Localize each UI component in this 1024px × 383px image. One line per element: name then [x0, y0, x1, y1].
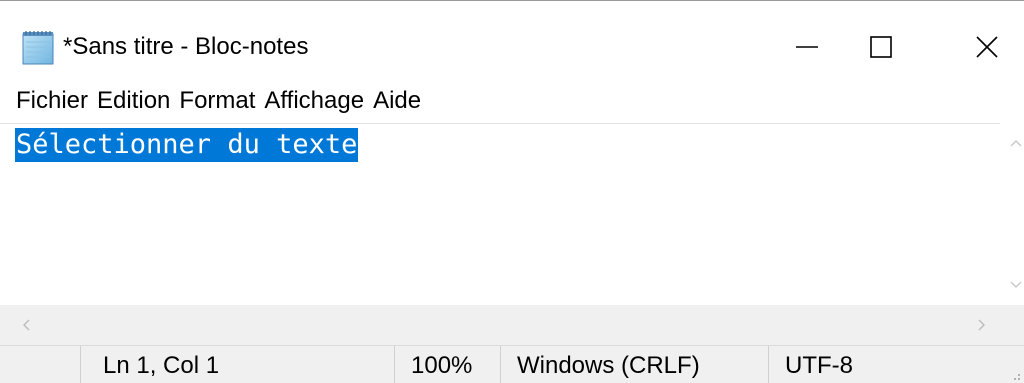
maximize-icon: [870, 36, 892, 58]
notepad-icon: [22, 31, 54, 65]
maximize-button[interactable]: [846, 21, 916, 73]
menu-fichier[interactable]: Fichier: [16, 79, 88, 123]
menu-bar: Fichier Edition Format Affichage Aide: [0, 79, 1024, 123]
cursor-position: Ln 1, Col 1: [80, 346, 394, 383]
scroll-up-icon[interactable]: [1008, 135, 1024, 151]
scroll-left-icon[interactable]: [18, 317, 34, 333]
horizontal-scrollbar[interactable]: [0, 305, 1024, 345]
zoom-level: 100%: [394, 346, 500, 383]
scroll-down-icon[interactable]: [1008, 277, 1024, 293]
minimize-icon: [796, 46, 818, 48]
vertical-scrollbar[interactable]: [1000, 123, 1024, 305]
status-bar: Ln 1, Col 1 100% Windows (CRLF) UTF-8: [0, 345, 1024, 383]
resize-grip-icon[interactable]: [1008, 368, 1022, 382]
title-bar[interactable]: *Sans titre - Bloc-notes: [0, 1, 1024, 79]
text-editor[interactable]: Sélectionner du texte: [0, 123, 1000, 305]
encoding: UTF-8: [768, 346, 1024, 383]
close-icon: [976, 36, 998, 58]
menu-aide[interactable]: Aide: [373, 79, 421, 123]
scroll-right-icon[interactable]: [974, 317, 990, 333]
menu-affichage[interactable]: Affichage: [264, 79, 364, 123]
notepad-window: *Sans titre - Bloc-notes Fichier Edition…: [0, 0, 1024, 383]
line-ending: Windows (CRLF): [500, 346, 768, 383]
menu-format[interactable]: Format: [179, 79, 255, 123]
menu-edition[interactable]: Edition: [97, 79, 170, 123]
selected-text[interactable]: Sélectionner du texte: [15, 128, 359, 162]
window-title: *Sans titre - Bloc-notes: [63, 33, 309, 60]
close-button[interactable]: [952, 21, 1022, 73]
minimize-button[interactable]: [772, 21, 842, 73]
